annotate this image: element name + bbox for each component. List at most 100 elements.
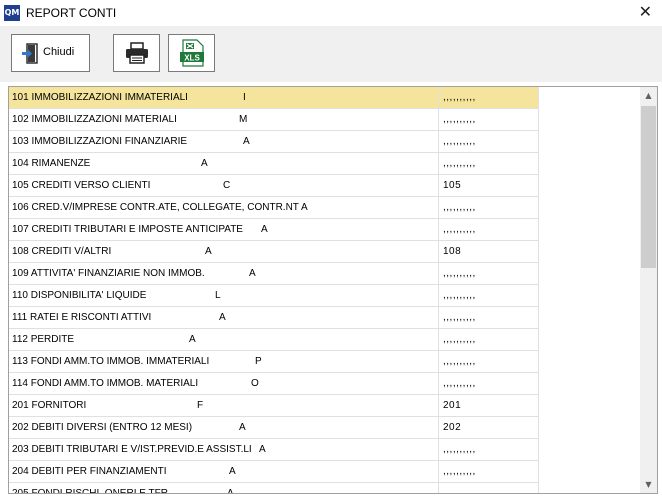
account-description: 104 RIMANENZE	[12, 158, 91, 169]
description-cell[interactable]: 202 DEBITI DIVERSI (ENTRO 12 MESI) A	[9, 417, 439, 439]
table-row[interactable]: 111 RATEI E RISCONTI ATTIVI A,,,,,,,,,,	[9, 307, 539, 329]
account-value: 202	[443, 422, 462, 433]
account-description: 203 DEBITI TRIBUTARI E V/IST.PREVID.E AS…	[12, 444, 252, 455]
account-description: 103 IMMOBILIZZAZIONI FINANZIARIE	[12, 136, 188, 147]
scroll-thumb[interactable]	[641, 106, 656, 268]
description-cell[interactable]: 113 FONDI AMM.TO IMMOB. IMMATERIALI P	[9, 351, 439, 373]
accounts-grid[interactable]: 101 IMMOBILIZZAZIONI IMMATERIALI I,,,,,,,…	[8, 86, 658, 494]
description-cell[interactable]: 105 CREDITI VERSO CLIENTI C	[9, 175, 439, 197]
table-row[interactable]: 203 DEBITI TRIBUTARI E V/IST.PREVID.E AS…	[9, 439, 539, 461]
table-row[interactable]: 110 DISPONIBILITA' LIQUIDE L,,,,,,,,,,	[9, 285, 539, 307]
close-icon[interactable]: ✕	[639, 2, 652, 22]
account-value: ,,,,,,,,,,	[443, 356, 476, 367]
description-cell[interactable]: 114 FONDI AMM.TO IMMOB. MATERIALI O	[9, 373, 439, 395]
description-cell[interactable]: 205 FONDI RISCHI, ONERI E TFR A	[9, 483, 439, 494]
table-row[interactable]: 109 ATTIVITA' FINANZIARIE NON IMMOB. A,,,…	[9, 263, 539, 285]
account-value: ,,,,,,,,,,	[443, 290, 476, 301]
table-row[interactable]: 104 RIMANENZE A,,,,,,,,,,	[9, 153, 539, 175]
account-value: 201	[443, 400, 462, 411]
account-letter: M	[239, 114, 248, 125]
chiudi-label: Chiudi	[43, 46, 75, 58]
window-title: REPORT CONTI	[26, 6, 117, 20]
description-cell[interactable]: 111 RATEI E RISCONTI ATTIVI A	[9, 307, 439, 329]
table-row[interactable]: 106 CRED.V/IMPRESE CONTR.ATE, COLLEGATE,…	[9, 197, 539, 219]
value-cell[interactable]: ,,,,,,,,,,	[439, 109, 539, 131]
account-letter: O	[251, 378, 259, 389]
value-cell[interactable]: 201	[439, 395, 539, 417]
description-cell[interactable]: 108 CREDITI V/ALTRI A	[9, 241, 439, 263]
description-cell[interactable]: 201 FORNITORI F	[9, 395, 439, 417]
table-row[interactable]: 112 PERDITE A,,,,,,,,,,	[9, 329, 539, 351]
account-description: 202 DEBITI DIVERSI (ENTRO 12 MESI)	[12, 422, 193, 433]
table-row[interactable]: 102 IMMOBILIZZAZIONI MATERIALI M,,,,,,,,,…	[9, 109, 539, 131]
account-description: 109 ATTIVITA' FINANZIARIE NON IMMOB.	[12, 268, 205, 279]
value-cell[interactable]: ,,,,,,,,,,	[439, 87, 539, 109]
account-description: 110 DISPONIBILITA' LIQUIDE	[12, 290, 147, 301]
description-cell[interactable]: 112 PERDITE A	[9, 329, 439, 351]
table-row[interactable]: 101 IMMOBILIZZAZIONI IMMATERIALI I,,,,,,,…	[9, 87, 539, 109]
account-letter: A	[249, 268, 256, 279]
table-row[interactable]: 108 CREDITI V/ALTRI A 108	[9, 241, 539, 263]
account-letter: P	[255, 356, 262, 367]
account-letter: A	[239, 422, 246, 433]
description-cell[interactable]: 204 DEBITI PER FINANZIAMENTI A	[9, 461, 439, 483]
table-row[interactable]: 202 DEBITI DIVERSI (ENTRO 12 MESI) A 202	[9, 417, 539, 439]
value-cell[interactable]: ,,,,,,,,,,	[439, 439, 539, 461]
account-letter: A	[219, 312, 226, 323]
value-cell[interactable]: ,,,,,,,,,,	[439, 263, 539, 285]
table-row[interactable]: 114 FONDI AMM.TO IMMOB. MATERIALI O,,,,,,…	[9, 373, 539, 395]
account-description: 205 FONDI RISCHI, ONERI E TFR	[12, 488, 168, 494]
account-letter: A	[229, 466, 236, 477]
value-cell[interactable]: ,,,,,,,,,,	[439, 373, 539, 395]
account-letter: A	[227, 488, 234, 494]
vertical-scrollbar[interactable]: ▲ ▼	[640, 87, 657, 493]
description-cell[interactable]: 101 IMMOBILIZZAZIONI IMMATERIALI I	[9, 87, 439, 109]
description-cell[interactable]: 203 DEBITI TRIBUTARI E V/IST.PREVID.E AS…	[9, 439, 439, 461]
value-cell[interactable]: 105	[439, 175, 539, 197]
value-cell[interactable]: 202	[439, 417, 539, 439]
description-cell[interactable]: 102 IMMOBILIZZAZIONI MATERIALI M	[9, 109, 439, 131]
value-cell[interactable]: ,,,,,,,,,,	[439, 307, 539, 329]
value-cell[interactable]: ,,,,,,,,,,	[439, 351, 539, 373]
account-value: ,,,,,,,,,,	[443, 312, 476, 323]
toolbar: Chiudi XLS	[0, 26, 662, 82]
account-letter: A	[243, 136, 250, 147]
description-cell[interactable]: 103 IMMOBILIZZAZIONI FINANZIARIE A	[9, 131, 439, 153]
table-row[interactable]: 205 FONDI RISCHI, ONERI E TFR A,,,,,,,,,,	[9, 483, 539, 494]
value-cell[interactable]: ,,,,,,,,,,	[439, 329, 539, 351]
value-cell[interactable]: ,,,,,,,,,,	[439, 461, 539, 483]
exit-door-icon	[22, 43, 38, 64]
account-description: 111 RATEI E RISCONTI ATTIVI	[12, 312, 152, 323]
scroll-down-icon[interactable]: ▼	[640, 476, 657, 493]
table-row[interactable]: 107 CREDITI TRIBUTARI E IMPOSTE ANTICIPA…	[9, 219, 539, 241]
description-cell[interactable]: 104 RIMANENZE A	[9, 153, 439, 175]
account-value: ,,,,,,,,,,	[443, 114, 476, 125]
table-row[interactable]: 204 DEBITI PER FINANZIAMENTI A,,,,,,,,,,	[9, 461, 539, 483]
scroll-up-icon[interactable]: ▲	[640, 87, 657, 104]
account-description: 105 CREDITI VERSO CLIENTI	[12, 180, 151, 191]
account-description: 108 CREDITI V/ALTRI	[12, 246, 112, 257]
value-cell[interactable]: ,,,,,,,,,,	[439, 483, 539, 493]
export-xls-button[interactable]: XLS	[168, 34, 215, 72]
value-cell[interactable]: ,,,,,,,,,,	[439, 285, 539, 307]
table-row[interactable]: 113 FONDI AMM.TO IMMOB. IMMATERIALI P,,,,…	[9, 351, 539, 373]
description-cell[interactable]: 106 CRED.V/IMPRESE CONTR.ATE, COLLEGATE,…	[9, 197, 439, 219]
account-letter: A	[201, 158, 208, 169]
value-cell[interactable]: ,,,,,,,,,,	[439, 131, 539, 153]
chiudi-button[interactable]: Chiudi	[11, 34, 90, 72]
description-cell[interactable]: 107 CREDITI TRIBUTARI E IMPOSTE ANTICIPA…	[9, 219, 439, 241]
value-cell[interactable]: ,,,,,,,,,,	[439, 197, 539, 219]
table-row[interactable]: 201 FORNITORI F 201	[9, 395, 539, 417]
value-cell[interactable]: ,,,,,,,,,,	[439, 153, 539, 175]
table-row[interactable]: 105 CREDITI VERSO CLIENTI C 105	[9, 175, 539, 197]
description-cell[interactable]: 109 ATTIVITA' FINANZIARIE NON IMMOB. A	[9, 263, 439, 285]
print-button[interactable]	[113, 34, 160, 72]
account-value: ,,,,,,,,,,	[443, 202, 476, 213]
description-cell[interactable]: 110 DISPONIBILITA' LIQUIDE L	[9, 285, 439, 307]
account-description: 102 IMMOBILIZZAZIONI MATERIALI	[12, 114, 177, 125]
table-row[interactable]: 103 IMMOBILIZZAZIONI FINANZIARIE A,,,,,,,…	[9, 131, 539, 153]
value-cell[interactable]: 108	[439, 241, 539, 263]
account-letter: I	[243, 92, 246, 103]
account-value: ,,,,,,,,,,	[443, 466, 476, 477]
value-cell[interactable]: ,,,,,,,,,,	[439, 219, 539, 241]
